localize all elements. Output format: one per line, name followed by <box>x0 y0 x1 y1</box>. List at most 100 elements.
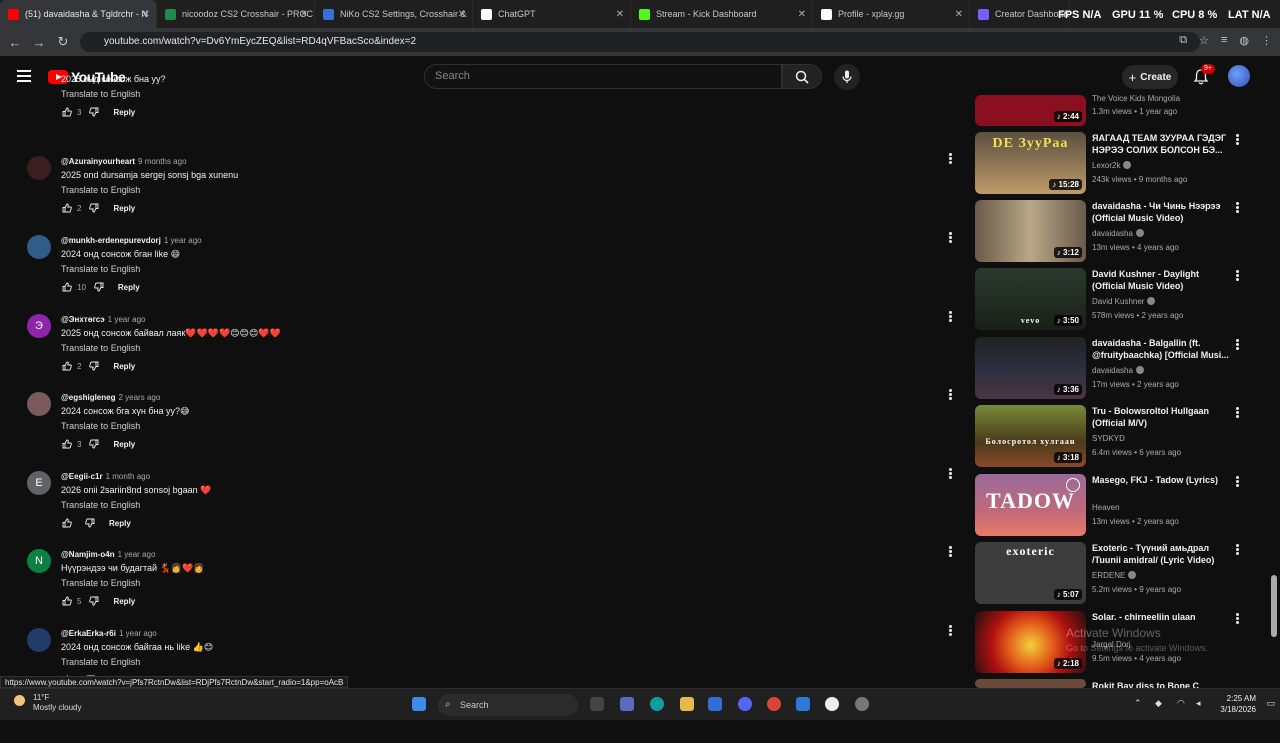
comment-time[interactable]: 2 years ago <box>118 393 160 402</box>
comment-author[interactable]: @munkh-erdenepurevdorj <box>61 236 161 245</box>
comment-avatar[interactable]: E <box>27 471 51 495</box>
comment-time[interactable]: 1 year ago <box>164 236 202 245</box>
weather-widget[interactable]: 11°F Mostly cloudy <box>14 693 81 713</box>
browser-tab[interactable]: (51) davaidasha & Tgldrchr - N ✕ <box>0 0 157 28</box>
translate-link[interactable]: Translate to English <box>61 343 140 353</box>
tab-close-icon[interactable]: ✕ <box>458 9 466 20</box>
video-thumbnail[interactable]: ♪ 2:44 <box>975 95 1086 126</box>
video-title[interactable]: David Kushner - Daylight (Official Music… <box>1092 268 1230 292</box>
comment-menu-icon[interactable] <box>949 546 953 558</box>
comment-time[interactable]: 1 year ago <box>118 550 156 559</box>
dislike-icon[interactable] <box>85 518 95 528</box>
comment-avatar[interactable] <box>27 392 51 416</box>
video-menu-icon[interactable] <box>1236 339 1239 351</box>
recommended-video[interactable]: vevo ♪ 3:50 David Kushner - Daylight (Offi… <box>975 268 1255 332</box>
comment-menu-icon[interactable] <box>949 311 953 323</box>
dislike-icon[interactable] <box>94 282 104 292</box>
bookmark-star-icon[interactable]: ☆ <box>1199 34 1209 47</box>
obs-icon[interactable] <box>825 697 839 711</box>
video-channel[interactable]: Lexor2k <box>1092 161 1120 170</box>
comment-menu-icon[interactable] <box>949 153 953 165</box>
comment-avatar[interactable] <box>27 156 51 180</box>
tab-close-icon[interactable]: ✕ <box>616 9 624 20</box>
reply-button[interactable]: Reply <box>109 519 131 528</box>
forward-icon[interactable]: → <box>27 35 51 50</box>
translate-link[interactable]: Translate to English <box>61 578 140 588</box>
like-icon[interactable] <box>62 361 72 371</box>
comment-menu-icon[interactable] <box>949 625 953 637</box>
video-channel[interactable]: davaidasha <box>1092 229 1133 238</box>
translate-link[interactable]: Translate to English <box>61 421 140 431</box>
like-icon[interactable] <box>62 518 72 528</box>
clock[interactable]: 2:25 AM 3/18/2026 <box>1220 693 1256 715</box>
video-channel[interactable]: ERDENE <box>1092 571 1125 580</box>
comment-author[interactable]: @egshigleneg <box>61 393 115 402</box>
install-app-icon[interactable]: ⧉ <box>1179 34 1187 47</box>
dislike-icon[interactable] <box>89 596 99 606</box>
windows-start-icon[interactable] <box>412 697 426 711</box>
teams-icon[interactable] <box>620 697 634 711</box>
browser-tab[interactable]: nicoodoz CS2 Crosshair - PROC ✕ <box>157 0 315 28</box>
media-controls-icon[interactable]: ≡ <box>1221 34 1227 47</box>
comment-time[interactable]: 1 year ago <box>108 315 146 324</box>
account-avatar[interactable] <box>1228 65 1250 87</box>
video-thumbnail[interactable]: Болосротол хулгаан ♪ 3:18 <box>975 405 1086 467</box>
browser-tab[interactable]: Creator Dashboard <box>970 0 1070 28</box>
reply-button[interactable]: Reply <box>113 108 135 117</box>
app-icon[interactable] <box>796 697 810 711</box>
translate-link[interactable]: Translate to English <box>61 500 140 510</box>
video-thumbnail[interactable]: exoteric ♪ 5:07 <box>975 542 1086 604</box>
chrome-icon[interactable] <box>767 697 781 711</box>
watch-later-icon[interactable] <box>1066 478 1080 492</box>
recommended-video[interactable]: Болосротол хулгаан ♪ 3:18 Tru - Bolowsrolt… <box>975 405 1255 469</box>
file-explorer-icon[interactable] <box>680 697 694 711</box>
tab-close-icon[interactable]: ✕ <box>142 9 150 20</box>
address-bar[interactable]: youtube.com/watch?v=Dv6YmEycZEQ&list=RD4… <box>80 32 1200 52</box>
video-channel[interactable]: The Voice Kids Mongolia <box>1092 94 1180 103</box>
comment-author[interactable]: @Энхтөгсэ <box>61 315 105 324</box>
comment-author[interactable]: @ErkaErka-r6i <box>61 629 116 638</box>
page-scrollbar[interactable] <box>1271 575 1277 637</box>
discord-icon[interactable] <box>738 697 752 711</box>
comment-author[interactable]: @Azurainyourheart <box>61 157 135 166</box>
reply-button[interactable]: Reply <box>113 597 135 606</box>
comment-avatar[interactable] <box>27 235 51 259</box>
translate-link[interactable]: Translate to English <box>61 89 140 99</box>
taskbar-search[interactable]: ⌕ Search <box>438 694 578 716</box>
volume-icon[interactable]: ◂ <box>1196 698 1201 709</box>
video-thumbnail[interactable]: DE ЗууРаа ♪ 15:28 <box>975 132 1086 194</box>
browser-menu-icon[interactable]: ⋮ <box>1261 34 1272 47</box>
comment-avatar[interactable]: N <box>27 549 51 573</box>
video-channel[interactable]: SYDKYD <box>1092 434 1125 443</box>
video-menu-icon[interactable] <box>1236 202 1239 214</box>
translate-link[interactable]: Translate to English <box>61 264 140 274</box>
like-icon[interactable] <box>62 596 72 606</box>
video-menu-icon[interactable] <box>1236 613 1239 625</box>
comment-avatar[interactable]: Э <box>27 314 51 338</box>
store-icon[interactable] <box>708 697 722 711</box>
task-view-icon[interactable] <box>590 697 604 711</box>
comment-time[interactable]: 9 months ago <box>138 157 186 166</box>
extensions-icon[interactable]: ◍ <box>1239 34 1249 47</box>
like-icon[interactable] <box>62 282 72 292</box>
recommended-video[interactable]: ♪ 3:12 davaidasha - Чи Чинь Нээрээ (Offic… <box>975 200 1255 264</box>
comment-avatar[interactable] <box>27 628 51 652</box>
dislike-icon[interactable] <box>89 203 99 213</box>
browser-tab[interactable]: Profile - xplay.gg ✕ <box>813 0 970 28</box>
translate-link[interactable]: Translate to English <box>61 657 140 667</box>
reply-button[interactable]: Reply <box>118 283 140 292</box>
video-thumbnail[interactable]: vevo ♪ 3:50 <box>975 268 1086 330</box>
reply-button[interactable]: Reply <box>113 204 135 213</box>
comment-menu-icon[interactable] <box>949 232 953 244</box>
video-title[interactable]: davaidasha - Чи Чинь Нээрээ (Official Mu… <box>1092 200 1230 224</box>
video-thumbnail[interactable]: ♪ 2:18 <box>975 611 1086 673</box>
wifi-icon[interactable]: ◠ <box>1177 698 1185 709</box>
comment-time[interactable]: 1 year ago <box>119 629 157 638</box>
video-title[interactable]: Masego, FKJ - Tadow (Lyrics) <box>1092 474 1230 486</box>
dislike-icon[interactable] <box>89 361 99 371</box>
video-title[interactable]: ЯАГААД TEAM ЗУУРАА ГЭДЭГ НЭРЭЭ СОЛИХ БОЛ… <box>1092 132 1230 156</box>
video-thumbnail[interactable]: ♪ 3:36 <box>975 337 1086 399</box>
reply-button[interactable]: Reply <box>113 440 135 449</box>
tray-chevron-icon[interactable]: ⌃ <box>1134 698 1142 709</box>
dislike-icon[interactable] <box>89 439 99 449</box>
